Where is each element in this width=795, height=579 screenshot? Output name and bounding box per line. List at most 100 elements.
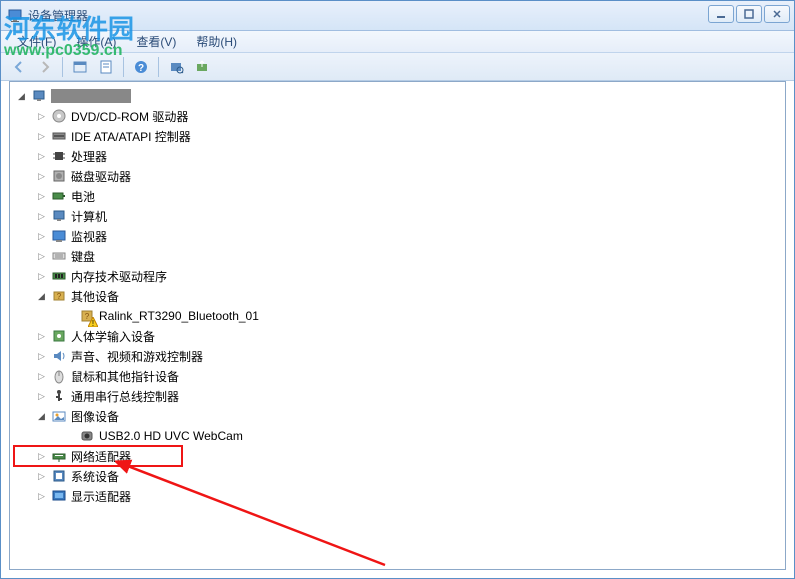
window-titlebar: 设备管理器 bbox=[1, 1, 794, 31]
tree-item-label: 监视器 bbox=[71, 228, 107, 245]
device-tree-pane: ◢ ▷ DVD/CD-ROM 驱动器 ▷ IDE ATA/ATAPI 控制器 ▷ 处理器 ▷ 磁… bbox=[9, 81, 786, 570]
network-icon bbox=[51, 448, 67, 464]
tree-item[interactable]: ▷ 键盘 bbox=[14, 246, 781, 266]
toolbar: ? bbox=[1, 53, 794, 81]
ide-icon bbox=[51, 128, 67, 144]
tree-item[interactable]: ▷ 监视器 bbox=[14, 226, 781, 246]
tree-item-label: 鼠标和其他指针设备 bbox=[71, 368, 179, 385]
tree-item[interactable]: ▷ 人体学输入设备 bbox=[14, 326, 781, 346]
image-icon bbox=[51, 408, 67, 424]
expand-icon[interactable]: ▷ bbox=[36, 231, 47, 242]
close-button[interactable] bbox=[764, 5, 790, 23]
expand-icon[interactable]: ▷ bbox=[36, 131, 47, 142]
tree-item-label: 键盘 bbox=[71, 248, 95, 265]
properties-button[interactable] bbox=[94, 56, 118, 78]
expand-icon[interactable]: ▷ bbox=[36, 151, 47, 162]
help-button[interactable]: ? bbox=[129, 56, 153, 78]
collapse-icon[interactable]: ◢ bbox=[16, 91, 27, 102]
dvd-icon bbox=[51, 108, 67, 124]
expand-icon[interactable]: ▷ bbox=[36, 111, 47, 122]
tree-item[interactable]: ◢ 图像设备 bbox=[14, 406, 781, 426]
expand-icon[interactable]: ▷ bbox=[36, 491, 47, 502]
expand-icon[interactable]: ▷ bbox=[36, 471, 47, 482]
tree-item-label: 电池 bbox=[71, 188, 95, 205]
toolbar-separator bbox=[62, 57, 63, 77]
tree-item-label: Ralink_RT3290_Bluetooth_01 bbox=[99, 309, 259, 323]
expand-icon[interactable]: ◢ bbox=[36, 291, 47, 302]
expand-icon[interactable]: ▷ bbox=[36, 251, 47, 262]
toolbar-separator bbox=[158, 57, 159, 77]
tree-item[interactable]: ▷ 磁盘驱动器 bbox=[14, 166, 781, 186]
maximize-button[interactable] bbox=[736, 5, 762, 23]
computer-icon bbox=[31, 88, 47, 104]
tree-root[interactable]: ◢ bbox=[14, 86, 781, 106]
hid-icon bbox=[51, 328, 67, 344]
memory-icon bbox=[51, 268, 67, 284]
tree-child-item[interactable]: USB2.0 HD UVC WebCam bbox=[14, 426, 781, 446]
tree-item[interactable]: ▷ 处理器 bbox=[14, 146, 781, 166]
expand-icon[interactable]: ▷ bbox=[36, 451, 47, 462]
expand-icon[interactable]: ▷ bbox=[36, 351, 47, 362]
tree-item[interactable]: ▷ 电池 bbox=[14, 186, 781, 206]
tree-item[interactable]: ▷ 声音、视频和游戏控制器 bbox=[14, 346, 781, 366]
expand-icon[interactable]: ▷ bbox=[36, 271, 47, 282]
tree-item-label: USB2.0 HD UVC WebCam bbox=[99, 429, 243, 443]
tree-item-label: 其他设备 bbox=[71, 288, 119, 305]
root-label bbox=[51, 89, 131, 103]
scan-button[interactable] bbox=[164, 56, 188, 78]
update-driver-button[interactable] bbox=[190, 56, 214, 78]
tree-item[interactable]: ▷ 计算机 bbox=[14, 206, 781, 226]
back-button[interactable] bbox=[7, 56, 31, 78]
tree-item-label: IDE ATA/ATAPI 控制器 bbox=[71, 128, 191, 145]
cpu-icon bbox=[51, 148, 67, 164]
svg-text:?: ? bbox=[138, 63, 144, 74]
mouse-icon bbox=[51, 368, 67, 384]
sound-icon bbox=[51, 348, 67, 364]
tree-item[interactable]: ▷ 鼠标和其他指针设备 bbox=[14, 366, 781, 386]
tree-item-label: 声音、视频和游戏控制器 bbox=[71, 348, 203, 365]
expand-icon[interactable]: ▷ bbox=[36, 171, 47, 182]
tree-child-item[interactable]: ?! Ralink_RT3290_Bluetooth_01 bbox=[14, 306, 781, 326]
tree-item-label: 图像设备 bbox=[71, 408, 119, 425]
menu-action[interactable]: 操作(A) bbox=[66, 31, 126, 52]
tree-item-label: 磁盘驱动器 bbox=[71, 168, 131, 185]
forward-button[interactable] bbox=[33, 56, 57, 78]
tree-item[interactable]: ▷ 内存技术驱动程序 bbox=[14, 266, 781, 286]
app-icon bbox=[7, 8, 23, 24]
tree-item[interactable]: ▷ 显示适配器 bbox=[14, 486, 781, 506]
system-icon bbox=[51, 468, 67, 484]
tree-item-label: 系统设备 bbox=[71, 468, 119, 485]
tree-item[interactable]: ◢?其他设备 bbox=[14, 286, 781, 306]
tree-item[interactable]: ▷ 通用串行总线控制器 bbox=[14, 386, 781, 406]
unknown-warn-icon: ?! bbox=[79, 308, 95, 324]
tree-item[interactable]: ▷ 系统设备 bbox=[14, 466, 781, 486]
expand-icon[interactable]: ▷ bbox=[36, 331, 47, 342]
toolbar-separator bbox=[123, 57, 124, 77]
tree-item-label: 计算机 bbox=[71, 208, 107, 225]
tree-item-label: 网络适配器 bbox=[71, 448, 131, 465]
display-icon bbox=[51, 488, 67, 504]
expand-icon[interactable]: ▷ bbox=[36, 191, 47, 202]
expand-icon[interactable]: ◢ bbox=[36, 411, 47, 422]
expand-icon[interactable]: ▷ bbox=[36, 371, 47, 382]
tree-item[interactable]: ▷ IDE ATA/ATAPI 控制器 bbox=[14, 126, 781, 146]
menu-view[interactable]: 查看(V) bbox=[126, 31, 186, 52]
menu-help[interactable]: 帮助(H) bbox=[186, 31, 247, 52]
tree-item-label: DVD/CD-ROM 驱动器 bbox=[71, 108, 188, 125]
expand-icon[interactable]: ▷ bbox=[36, 211, 47, 222]
svg-text:!: ! bbox=[92, 319, 94, 327]
tree-item-label: 通用串行总线控制器 bbox=[71, 388, 179, 405]
show-hidden-button[interactable] bbox=[68, 56, 92, 78]
battery-icon bbox=[51, 188, 67, 204]
tree-item-label: 人体学输入设备 bbox=[71, 328, 155, 345]
tree-item-label: 内存技术驱动程序 bbox=[71, 268, 167, 285]
expand-icon[interactable]: ▷ bbox=[36, 391, 47, 402]
tree-item[interactable]: ▷ DVD/CD-ROM 驱动器 bbox=[14, 106, 781, 126]
usb-icon bbox=[51, 388, 67, 404]
minimize-button[interactable] bbox=[708, 5, 734, 23]
tree-item-label: 显示适配器 bbox=[71, 488, 131, 505]
menu-file[interactable]: 文件(F) bbox=[7, 31, 66, 52]
tree-item[interactable]: ▷ 网络适配器 bbox=[14, 446, 781, 466]
keyboard-icon bbox=[51, 248, 67, 264]
tree-item-label: 处理器 bbox=[71, 148, 107, 165]
